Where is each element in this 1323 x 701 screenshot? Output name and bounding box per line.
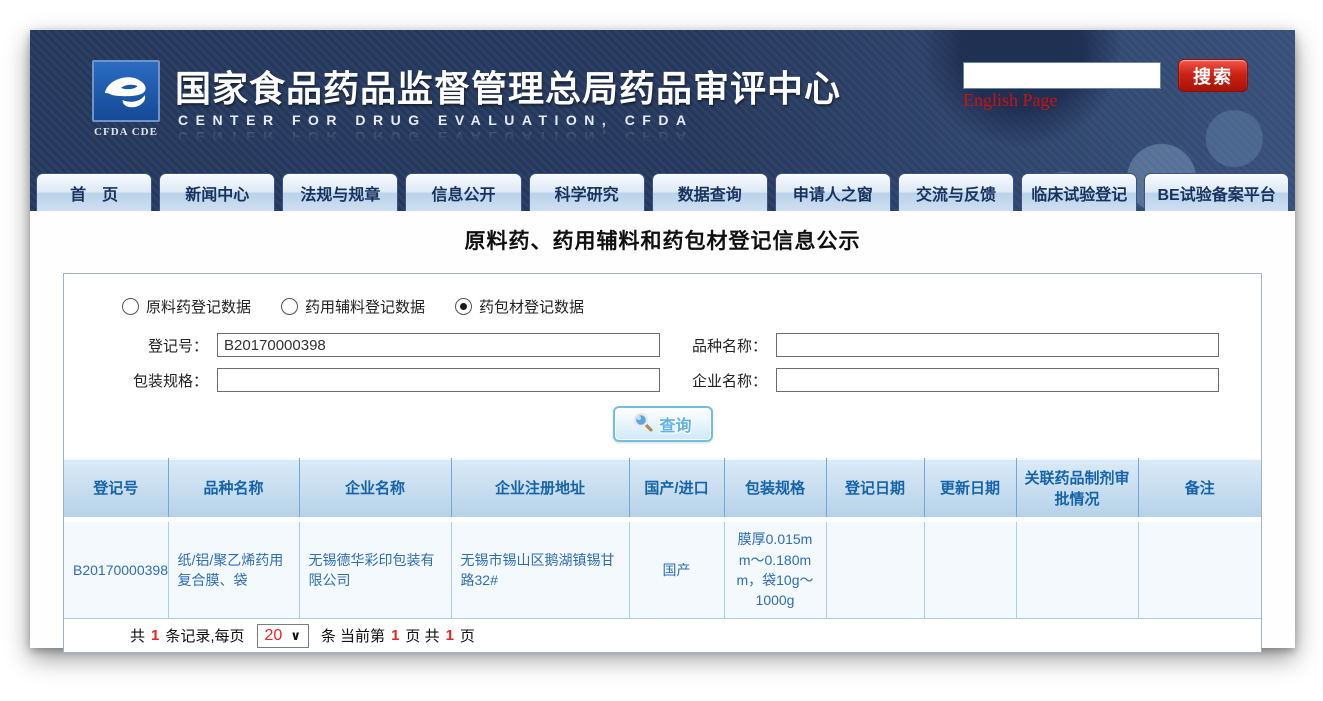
cell-remark [1138, 520, 1261, 619]
variety-name-input[interactable] [776, 333, 1219, 357]
tab-home[interactable]: 首 页 [36, 173, 152, 211]
pager-text: 条记录,每页 [165, 625, 244, 646]
page-size-value: 20 [265, 627, 283, 645]
cell-reg-no: B20170000398 [64, 520, 168, 619]
chevron-down-icon: ∨ [290, 628, 301, 644]
tab-be-platform[interactable]: BE试验备案平台 [1144, 173, 1289, 211]
total-pages: 1 [446, 627, 454, 644]
pager-text: 条 当前第 [321, 625, 385, 646]
tab-info-disclosure[interactable]: 信息公开 [405, 173, 521, 211]
logo-caption: CFDA CDE [90, 126, 162, 138]
main-nav: 首 页 新闻中心 法规与规章 信息公开 科学研究 数据查询 申请人之窗 交流与反… [30, 168, 1295, 211]
radio-circle-icon [122, 298, 139, 315]
company-name-input[interactable] [776, 368, 1219, 392]
page-title: 原料药、药用辅料和药包材登记信息公示 [30, 225, 1295, 255]
current-page: 1 [391, 627, 399, 644]
cell-address: 无锡市锡山区鹅湖镇锡甘路32# [451, 520, 629, 619]
site-search-button[interactable]: 搜索 [1178, 59, 1248, 92]
column-header-related-approval: 关联药品制剂审批情况 [1016, 458, 1138, 520]
query-button-label: 查询 [659, 412, 691, 436]
english-page-link[interactable]: English Page [963, 90, 1058, 111]
cell-update-date [924, 520, 1016, 619]
query-button-row: 查询 [64, 406, 1261, 442]
column-header-address: 企业注册地址 [451, 458, 629, 520]
column-header-origin: 国产/进口 [629, 458, 724, 520]
pagination-bar: 共1条记录,每页 20 ∨ 条 当前第 1 页 共 1 页 [64, 619, 1261, 652]
tab-applicant-window[interactable]: 申请人之窗 [775, 173, 891, 211]
tab-science[interactable]: 科学研究 [529, 173, 645, 211]
site-header: CFDA CDE 国家食品药品监督管理总局药品审评中心 CENTER FOR D… [30, 30, 1295, 211]
cell-company: 无锡德华彩印包装有限公司 [299, 520, 451, 619]
radio-raw-material-data[interactable]: 原料药登记数据 [122, 296, 251, 317]
site-title: 国家食品药品监督管理总局药品审评中心 [175, 60, 841, 112]
page-size-select[interactable]: 20 ∨ [257, 624, 309, 648]
tab-feedback[interactable]: 交流与反馈 [898, 173, 1014, 211]
cde-fish-icon [92, 60, 160, 122]
total-records: 1 [151, 627, 159, 644]
radio-packaging-data[interactable]: 药包材登记数据 [455, 296, 584, 317]
cell-spec: 膜厚0.015mm～0.180mm，袋10g～1000g [724, 520, 826, 619]
tab-data-query[interactable]: 数据查询 [652, 173, 768, 211]
cell-variety: 纸/铝/聚乙烯药用复合膜、袋 [168, 520, 299, 619]
company-name-label: 企业名称： [663, 370, 773, 391]
pager-text: 共 [130, 625, 145, 646]
column-header-company: 企业名称 [299, 458, 451, 520]
pager-text: 页 共 [405, 625, 439, 646]
package-spec-input[interactable] [217, 368, 660, 392]
table-header-row: 登记号 品种名称 企业名称 企业注册地址 国产/进口 包装规格 登记日期 更新日… [64, 458, 1261, 520]
cell-reg-date [826, 520, 924, 619]
column-header-reg-date: 登记日期 [826, 458, 924, 520]
results-table: 登记号 品种名称 企业名称 企业注册地址 国产/进口 包装规格 登记日期 更新日… [64, 458, 1261, 619]
column-header-update-date: 更新日期 [924, 458, 1016, 520]
column-header-remark: 备注 [1138, 458, 1261, 520]
tab-clinical-trial[interactable]: 临床试验登记 [1021, 173, 1137, 211]
query-form: 登记号： 品种名称： 包装规格： 企业名称： [64, 333, 1261, 392]
page-content: 原料药、药用辅料和药包材登记信息公示 原料药登记数据 药用辅料登记数据 药包材登… [30, 211, 1295, 653]
variety-name-label: 品种名称： [663, 335, 773, 356]
site-page: CFDA CDE 国家食品药品监督管理总局药品审评中心 CENTER FOR D… [30, 30, 1295, 648]
table-row: B20170000398 纸/铝/聚乙烯药用复合膜、袋 无锡德华彩印包装有限公司… [64, 520, 1261, 619]
radio-circle-checked-icon [455, 298, 472, 315]
query-button[interactable]: 查询 [613, 406, 713, 442]
reg-no-label: 登记号： [64, 335, 214, 356]
reg-no-input[interactable] [217, 333, 660, 357]
radio-excipient-data[interactable]: 药用辅料登记数据 [281, 296, 425, 317]
tab-regulations[interactable]: 法规与规章 [282, 173, 398, 211]
radio-label: 药用辅料登记数据 [305, 296, 425, 317]
column-header-reg-no: 登记号 [64, 458, 168, 520]
cfda-logo[interactable]: CFDA CDE [90, 60, 162, 138]
pager-text: 页 [460, 625, 475, 646]
tab-news[interactable]: 新闻中心 [159, 173, 275, 211]
cell-origin: 国产 [629, 520, 724, 619]
dataset-radio-row: 原料药登记数据 药用辅料登记数据 药包材登记数据 [64, 274, 1261, 321]
radio-label: 原料药登记数据 [146, 296, 251, 317]
magnifier-icon [633, 412, 653, 437]
column-header-spec: 包装规格 [724, 458, 826, 520]
site-search-input[interactable] [963, 62, 1161, 89]
radio-circle-icon [281, 298, 298, 315]
site-subtitle: CENTER FOR DRUG EVALUATION, CFDA [178, 112, 694, 128]
site-subtitle-reflection: CENTER FOR DRUG EVALUATION, CFDA [178, 129, 694, 145]
cell-related-approval [1016, 520, 1138, 619]
query-panel: 原料药登记数据 药用辅料登记数据 药包材登记数据 登记号： 品种名称： 包装规格… [63, 273, 1262, 653]
radio-label: 药包材登记数据 [479, 296, 584, 317]
package-spec-label: 包装规格： [64, 370, 214, 391]
column-header-variety: 品种名称 [168, 458, 299, 520]
